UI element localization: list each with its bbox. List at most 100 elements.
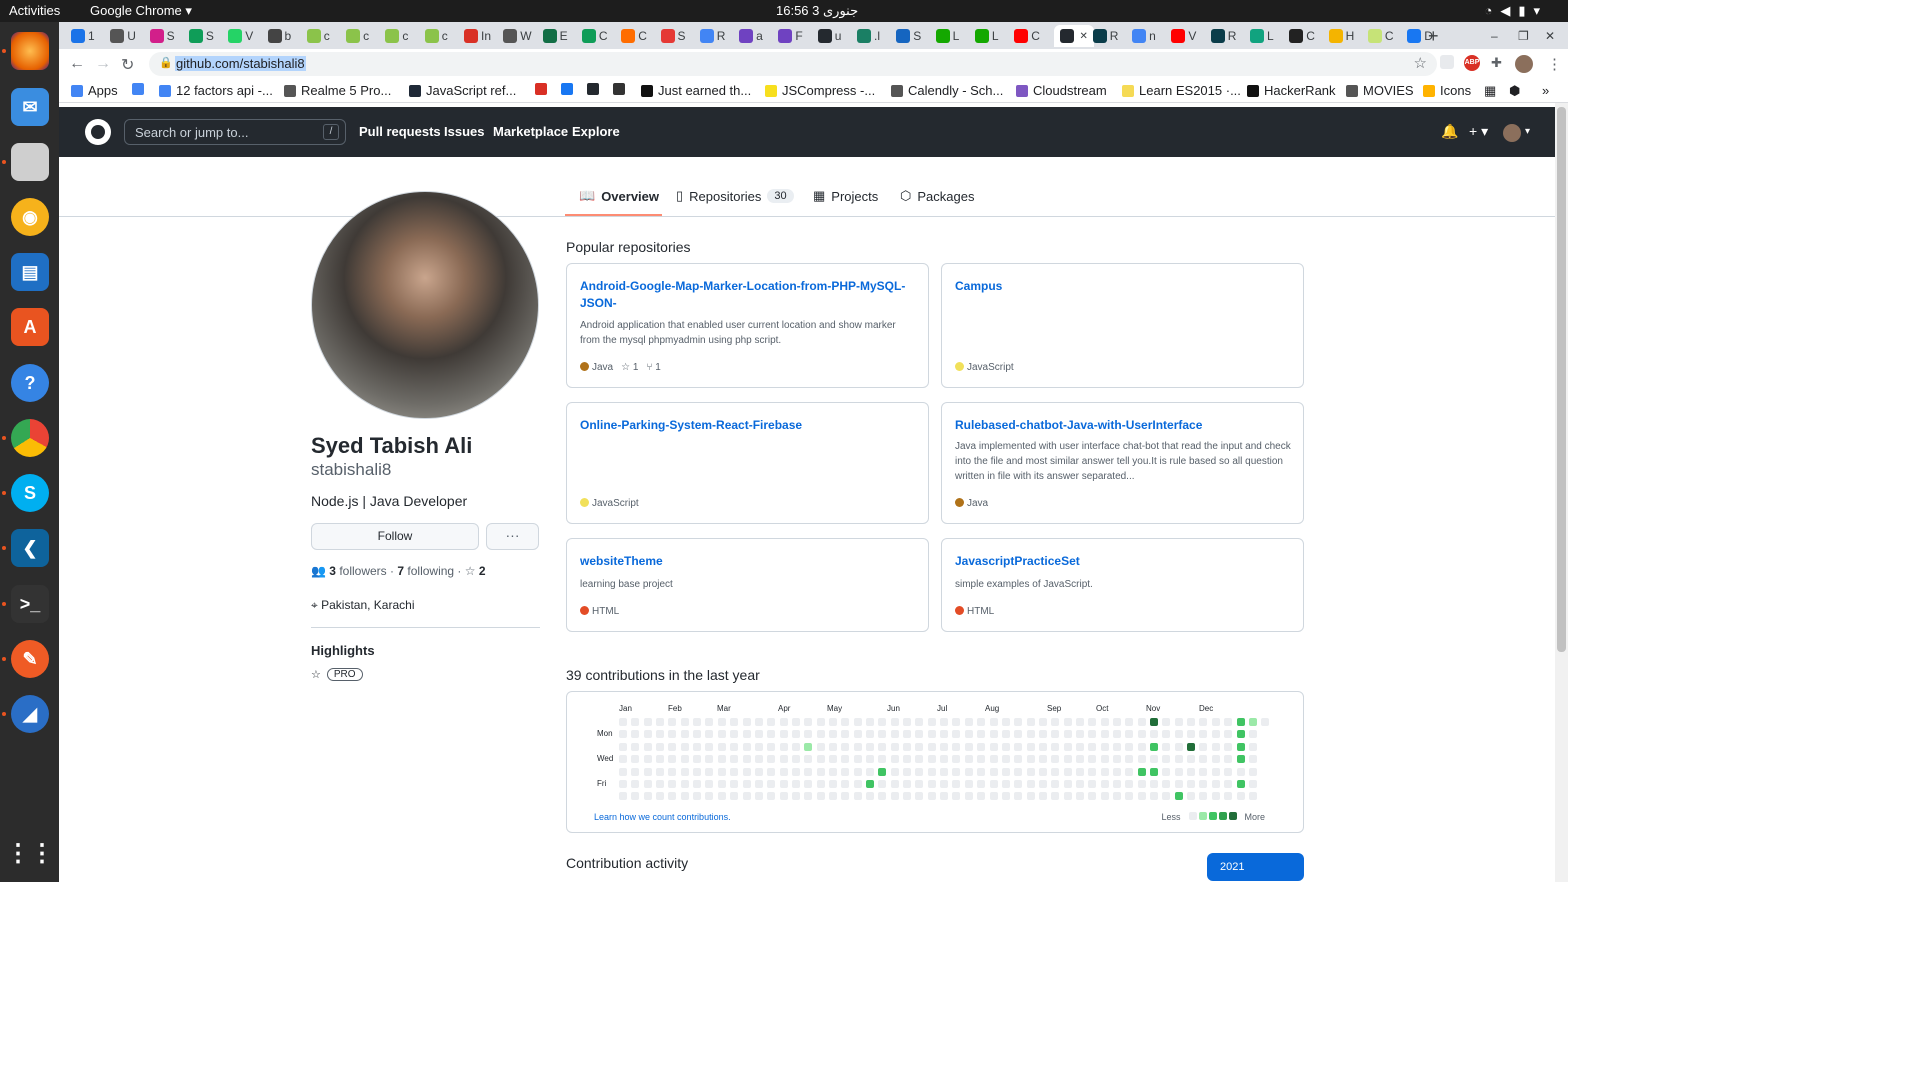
contribution-day-cell[interactable] [1014,755,1023,764]
contribution-day-cell[interactable] [730,792,739,801]
contribution-day-cell[interactable] [767,718,776,726]
contribution-day-cell[interactable] [1174,792,1183,801]
contribution-day-cell[interactable] [804,742,813,751]
contribution-day-cell[interactable] [1248,730,1257,739]
contribution-day-cell[interactable] [964,742,973,751]
contribution-day-cell[interactable] [1088,730,1097,739]
contribution-day-cell[interactable] [668,755,677,764]
more-options-button[interactable]: ··· [486,523,539,550]
browser-tab[interactable]: S [896,25,921,47]
browser-tab[interactable]: C [621,25,647,47]
contribution-day-cell[interactable] [1150,780,1159,788]
extensions-puzzle-icon[interactable]: ✚ [1491,55,1502,71]
contribution-day-cell[interactable] [717,767,726,776]
contribution-day-cell[interactable] [878,780,887,788]
contribution-day-cell[interactable] [1187,767,1196,776]
contribution-day-cell[interactable] [1162,780,1171,788]
contribution-day-cell[interactable] [977,730,986,739]
contribution-day-cell[interactable] [1137,718,1146,726]
contribution-day-cell[interactable] [1125,730,1134,739]
contribution-day-cell[interactable] [1174,742,1183,751]
contribution-day-cell[interactable] [1075,730,1084,739]
repo-name-link[interactable]: Rulebased-chatbot-Java-with-UserInterfac… [955,417,1291,434]
browser-tab[interactable]: c [424,25,448,47]
contribution-day-cell[interactable] [1051,755,1060,764]
browser-tab[interactable]: R [1092,25,1118,47]
contribution-day-cell[interactable] [1224,792,1233,801]
contribution-day-cell[interactable] [791,718,800,726]
browser-tab[interactable]: F [778,25,803,47]
browser-tab[interactable]: H [1328,25,1354,47]
contribution-day-cell[interactable] [1113,767,1121,776]
contribution-day-cell[interactable] [754,718,763,726]
contribution-day-cell[interactable] [890,718,899,726]
system-tray[interactable]: ◔◀▮▾ [1484,3,1548,19]
follow-button[interactable]: Follow [311,523,479,550]
browser-tab[interactable]: L [974,25,999,47]
contribution-day-cell[interactable] [903,767,912,776]
contribution-day-cell[interactable] [791,767,800,776]
contribution-day-cell[interactable] [742,755,751,764]
contribution-day-cell[interactable] [1236,730,1245,739]
contribution-day-cell[interactable] [680,767,689,776]
new-tab-plus-icon[interactable]: + [1428,25,1439,47]
contribution-day-cell[interactable] [643,730,652,739]
contribution-day-cell[interactable] [1038,730,1047,739]
contribution-day-cell[interactable] [1137,780,1146,788]
contribution-day-cell[interactable] [1224,780,1233,788]
stars-link[interactable]: ☆ 2 [465,564,486,578]
contribution-day-cell[interactable] [828,755,837,764]
contribution-day-cell[interactable] [779,718,788,726]
contribution-day-cell[interactable] [890,780,899,788]
contribution-day-cell[interactable] [643,718,652,726]
contribution-day-cell[interactable] [717,792,726,801]
bookmark-item[interactable]: Calendly - Sch... [891,83,1003,98]
contribution-day-cell[interactable] [619,767,627,776]
contribution-day-cell[interactable] [1187,718,1196,726]
contribution-day-cell[interactable] [977,742,986,751]
contribution-day-cell[interactable] [1026,755,1035,764]
contribution-day-cell[interactable] [767,755,776,764]
contribution-day-cell[interactable] [1075,780,1084,788]
contribution-day-cell[interactable] [1224,742,1233,751]
repo-name-link[interactable]: JavascriptPracticeSet [955,553,1291,570]
contribution-day-cell[interactable] [927,792,936,801]
contribution-day-cell[interactable] [619,792,627,801]
contribution-day-cell[interactable] [1026,767,1035,776]
contribution-day-cell[interactable] [1001,755,1010,764]
contribution-day-cell[interactable] [1125,792,1134,801]
contribution-day-cell[interactable] [680,742,689,751]
contribution-day-cell[interactable] [631,755,640,764]
browser-tab[interactable]: W [503,25,532,47]
contribution-day-cell[interactable] [1187,742,1196,751]
contribution-day-cell[interactable] [915,780,924,788]
contribution-day-cell[interactable] [791,755,800,764]
browser-tab[interactable]: u [817,25,841,47]
contribution-day-cell[interactable] [866,755,874,764]
contribution-day-cell[interactable] [1088,742,1097,751]
contribution-day-cell[interactable] [915,792,924,801]
contribution-day-cell[interactable] [853,792,862,801]
contribution-day-cell[interactable] [656,767,665,776]
contribution-day-cell[interactable] [903,730,912,739]
contribution-day-cell[interactable] [1137,767,1146,776]
contribution-day-cell[interactable] [890,755,899,764]
bookmark-item[interactable]: JavaScript ref... [409,83,516,98]
contribution-day-cell[interactable] [1026,742,1035,751]
contribution-day-cell[interactable] [754,755,763,764]
contribution-day-cell[interactable] [878,792,887,801]
contribution-day-cell[interactable] [1100,755,1109,764]
nav-issues[interactable]: Issues [444,124,484,139]
contribution-day-cell[interactable] [816,780,825,788]
more-bookmarks-icon[interactable]: » [1542,83,1549,98]
bookmark-item[interactable]: Realme 5 Pro... [284,83,391,98]
browser-tab[interactable]: L [1250,25,1274,47]
contribution-day-cell[interactable] [890,792,899,801]
contribution-day-cell[interactable] [1014,792,1023,801]
contribution-day-cell[interactable] [742,792,751,801]
contribution-day-cell[interactable] [940,767,949,776]
files-icon[interactable] [11,143,49,181]
contribution-day-cell[interactable] [730,755,739,764]
contribution-day-cell[interactable] [1150,767,1159,776]
contribution-day-cell[interactable] [903,718,912,726]
